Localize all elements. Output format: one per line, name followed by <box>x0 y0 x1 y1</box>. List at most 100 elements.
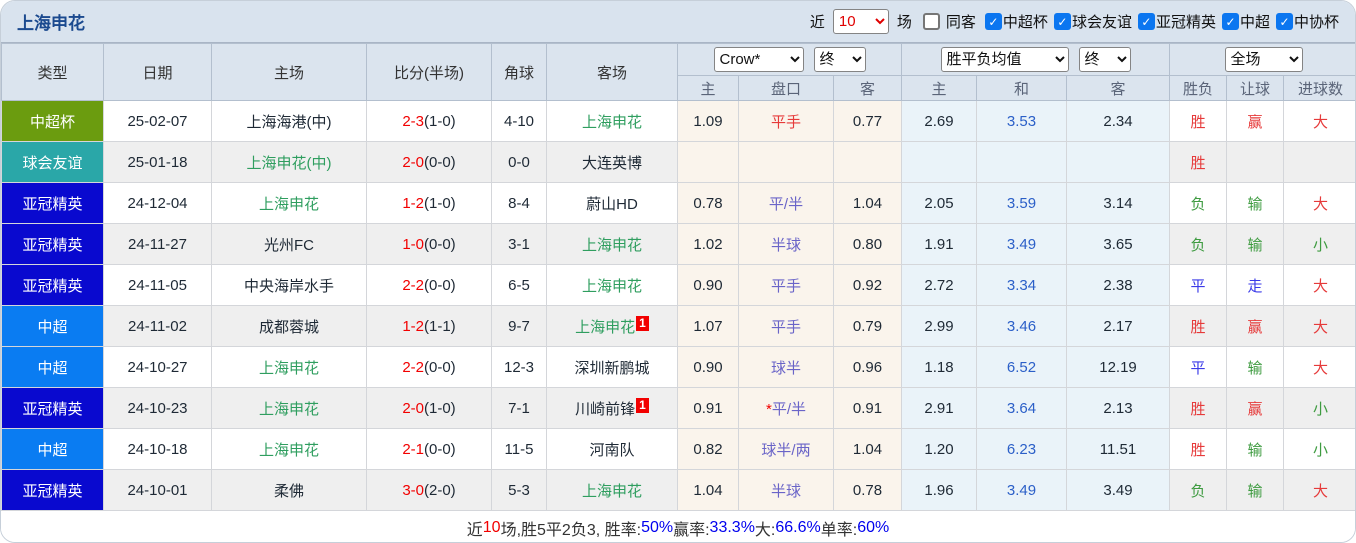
avg-away-odds: 2.13 <box>1065 387 1171 429</box>
avg-odds-group-header: 胜平负均值 终 <box>900 43 1171 76</box>
match-date: 24-12-04 <box>103 182 212 224</box>
handicap-home-odds: 0.90 <box>677 264 739 306</box>
col-header-score: 比分(半场) <box>366 43 492 101</box>
col-header-away: 客场 <box>546 43 678 101</box>
handicap-line: 球半/两 <box>738 428 834 470</box>
odds-company-select[interactable]: Crow* <box>713 47 804 72</box>
handicap-home-odds: 0.78 <box>677 182 739 224</box>
result-winloss: 平 <box>1169 346 1228 388</box>
handicap-line-text: 平手 <box>770 113 801 131</box>
handicap-away-odds: 0.96 <box>833 346 902 388</box>
match-type-badge: 亚冠精英 <box>1 223 104 265</box>
avg-draw-odds: 3.59 <box>976 182 1067 224</box>
avg-home-odds: 1.91 <box>901 223 977 265</box>
match-row: 中超 24-10-18 上海申花 2-1(0-0) 11-5 河南队 0.82 … <box>1 428 1355 470</box>
league-checkbox[interactable]: ✓ <box>1275 13 1293 30</box>
handicap-home-odds <box>677 141 739 183</box>
result-goals: 大 <box>1283 346 1355 388</box>
result-group-header: 全场 <box>1169 43 1355 76</box>
handicap-away-odds: 0.80 <box>833 223 902 265</box>
corner-score: 12-3 <box>491 346 547 388</box>
summary-segment: 大: <box>754 522 776 539</box>
league-checkbox[interactable]: ✓ <box>984 13 1002 30</box>
handicap-line-text: 球半/两 <box>761 441 811 459</box>
subcol-avg-home: 主 <box>901 75 977 101</box>
avg-final-select[interactable]: 终 <box>1078 47 1131 72</box>
match-date: 24-11-27 <box>103 223 212 265</box>
home-team: 上海申花 <box>211 428 367 470</box>
avg-home-odds: 2.99 <box>901 305 977 347</box>
avg-home-odds: 1.20 <box>901 428 977 470</box>
match-date: 25-02-07 <box>103 100 212 142</box>
avg-draw-odds: 3.53 <box>976 100 1067 142</box>
avg-home-odds: 2.91 <box>901 387 977 429</box>
score-cell: 2-0(1-0) <box>366 387 492 429</box>
away-team-cell: 蔚山HD <box>546 182 678 224</box>
away-team: 上海申花 <box>581 482 642 500</box>
league-filter-item: ✓ 中超 <box>1216 11 1270 32</box>
handicap-line-text: 球半 <box>770 359 801 377</box>
score-fulltime: 2-1 <box>402 440 424 458</box>
home-team: 上海申花 <box>211 346 367 388</box>
match-type-badge: 中超 <box>1 305 104 347</box>
result-handicap: 输 <box>1226 223 1285 265</box>
away-team: 蔚山HD <box>586 195 638 213</box>
league-checkbox[interactable]: ✓ <box>1053 13 1071 30</box>
avg-away-odds: 2.38 <box>1065 264 1171 306</box>
league-label: 中超 <box>1239 14 1270 31</box>
recent-count-select[interactable]: 10 <box>832 9 889 34</box>
match-row: 亚冠精英 24-12-04 上海申花 1-2(1-0) 8-4 蔚山HD 0.7… <box>1 182 1355 224</box>
match-date: 24-11-02 <box>103 305 212 347</box>
same-venue-checkbox[interactable] <box>922 13 940 30</box>
result-winloss: 平 <box>1169 264 1228 306</box>
away-team-cell: 深圳新鹏城 <box>546 346 678 388</box>
home-team: 成都蓉城 <box>211 305 367 347</box>
handicap-away-odds: 0.92 <box>833 264 902 306</box>
score-cell: 2-3(1-0) <box>366 100 492 142</box>
home-team: 上海申花 <box>211 182 367 224</box>
league-checkbox[interactable]: ✓ <box>1221 13 1239 30</box>
result-winloss: 胜 <box>1169 305 1228 347</box>
avg-draw-odds: 3.46 <box>976 305 1067 347</box>
handicap-line <box>738 141 834 183</box>
result-goals: 大 <box>1283 182 1355 224</box>
subcol-avg-draw: 和 <box>976 75 1067 101</box>
period-select[interactable]: 全场 <box>1224 47 1303 72</box>
match-date: 25-01-18 <box>103 141 212 183</box>
summary-segment: 60% <box>857 519 890 536</box>
score-cell: 2-2(0-0) <box>366 346 492 388</box>
avg-odds-select[interactable]: 胜平负均值 <box>940 47 1069 72</box>
score-fulltime: 2-0 <box>402 399 424 417</box>
corner-score: 0-0 <box>491 141 547 183</box>
avg-away-odds: 12.19 <box>1065 346 1171 388</box>
odds-final-select[interactable]: 终 <box>813 47 866 72</box>
match-date: 24-10-01 <box>103 469 212 511</box>
avg-away-odds: 2.17 <box>1065 305 1171 347</box>
away-team: 上海申花 <box>581 236 642 254</box>
handicap-home-odds: 1.02 <box>677 223 739 265</box>
handicap-line-text: 平/半 <box>771 400 806 418</box>
home-team: 上海海港(中) <box>211 100 367 142</box>
handicap-line: 平手 <box>738 264 834 306</box>
home-team: 上海申花 <box>211 387 367 429</box>
home-team: 光州FC <box>211 223 367 265</box>
match-row: 中超 24-10-27 上海申花 2-2(0-0) 12-3 深圳新鹏城 0.9… <box>1 346 1355 388</box>
summary-segment: 单率: <box>820 522 858 539</box>
avg-home-odds: 2.69 <box>901 100 977 142</box>
handicap-line: *平/半 <box>738 387 834 429</box>
score-cell: 2-1(0-0) <box>366 428 492 470</box>
avg-away-odds: 2.34 <box>1065 100 1171 142</box>
avg-home-odds: 1.18 <box>901 346 977 388</box>
team-title: 上海申花 <box>17 14 85 33</box>
handicap-home-odds: 0.90 <box>677 346 739 388</box>
handicap-line-text: 平/半 <box>768 195 804 213</box>
match-row: 亚冠精英 24-10-23 上海申花 2-0(1-0) 7-1 川崎前锋 1 0.… <box>1 387 1355 429</box>
same-venue-label: 同客 <box>945 14 976 31</box>
summary-segment: 66.6% <box>775 519 821 536</box>
score-halftime: (0-0) <box>424 276 456 294</box>
col-header-date: 日期 <box>103 43 212 101</box>
score-fulltime: 2-2 <box>402 276 424 294</box>
match-row: 亚冠精英 24-10-01 柔佛 3-0(2-0) 5-3 上海申花 1.04 … <box>1 469 1355 511</box>
league-checkbox[interactable]: ✓ <box>1137 13 1155 30</box>
result-winloss: 负 <box>1169 469 1228 511</box>
